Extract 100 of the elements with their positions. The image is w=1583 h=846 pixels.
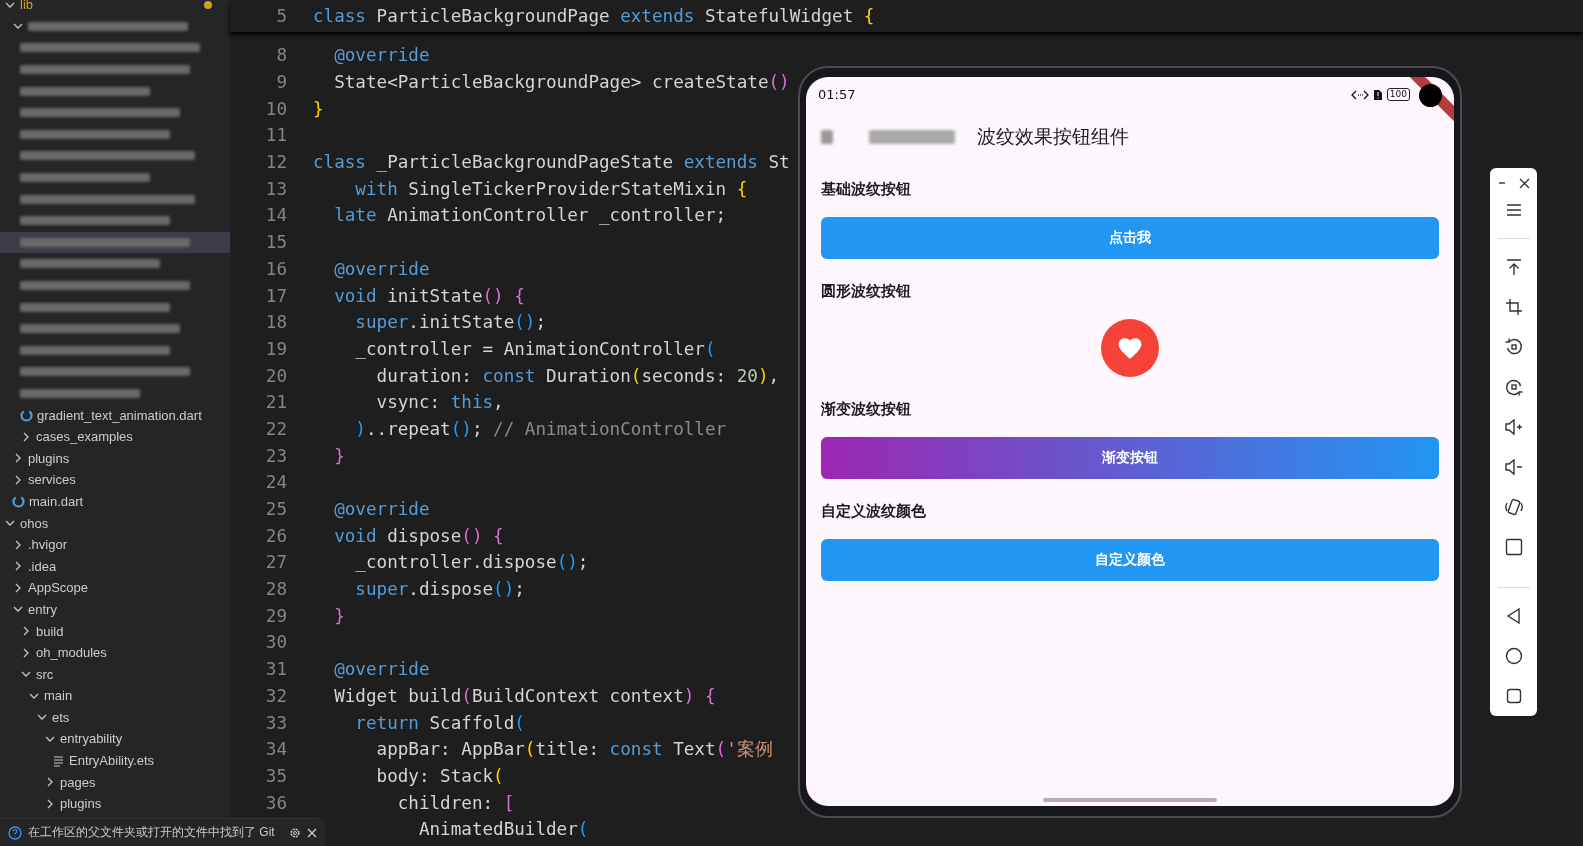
tree-item[interactable]: lib (0, 0, 230, 16)
line-number: 13 (264, 178, 287, 199)
section-title: 自定义波纹颜色 (821, 501, 926, 521)
home-icon[interactable] (1503, 646, 1524, 666)
battery-level: 100 (1386, 88, 1410, 101)
tree-item[interactable]: gradient_text_animation.dart (0, 404, 230, 426)
line-number: 26 (264, 525, 287, 546)
code-line: return Scaffold( (354, 712, 525, 733)
close-icon[interactable] (1519, 177, 1530, 189)
app-bar-title: 波纹效果按钮组件 (977, 124, 1129, 149)
code-line: appBar: AppBar(title: const Text('案例 (375, 738, 773, 762)
tree-item[interactable]: .idea (0, 555, 230, 578)
phone-rotate-icon[interactable] (1503, 497, 1524, 517)
code-line: body: Stack( (375, 765, 504, 786)
code-line: AnimatedBuilder( (417, 819, 589, 840)
line-number: 25 (264, 499, 287, 520)
section-title: 渐变波纹按钮 (821, 399, 911, 419)
code-line: late AnimationController _controller; (333, 205, 727, 226)
section-title: 基础波纹按钮 (821, 179, 911, 199)
code-line: } (313, 98, 324, 119)
sim-icon (1373, 89, 1382, 100)
tree-item[interactable]: oh_modules (0, 641, 230, 664)
rotate-left-icon[interactable] (1503, 337, 1524, 357)
code-line: @override (333, 659, 430, 680)
tree-item[interactable]: services (0, 469, 230, 491)
line-number: 22 (264, 418, 287, 439)
tree-item[interactable]: build (0, 620, 230, 642)
code-line: _controller.dispose(); (354, 552, 589, 573)
tree-item[interactable]: entry (0, 598, 230, 621)
line-number: 35 (264, 765, 287, 786)
tree-item[interactable] (0, 231, 230, 254)
line-number: 11 (264, 125, 287, 146)
code-line: class ParticleBackgroundPage extends StatefulWidget { (313, 6, 875, 26)
tree-item[interactable]: .hvigor (0, 533, 230, 556)
tree-item[interactable]: plugins (0, 447, 230, 470)
line-number: 27 (264, 552, 287, 573)
code-line: void dispose() { (333, 525, 504, 546)
crop-icon[interactable] (1503, 297, 1524, 317)
code-line: State<ParticleBackgroundPage> createState() (333, 72, 790, 93)
code-line: )..repeat(); // AnimationController (354, 418, 727, 439)
tree-item[interactable]: AppScope (0, 577, 230, 599)
line-number: 20 (264, 365, 287, 386)
modified-dot (204, 0, 212, 9)
code-line: @override (333, 499, 430, 520)
rotate-right-icon[interactable] (1503, 377, 1524, 397)
code-line: } (333, 445, 345, 466)
camera-hole (1419, 84, 1442, 107)
line-number: 17 (264, 285, 287, 306)
line-number: 15 (264, 232, 287, 253)
line-number: 34 (264, 739, 287, 760)
code-line: } (333, 605, 345, 626)
redacted-icon (821, 130, 833, 144)
line-number: 31 (264, 659, 287, 680)
tree-item[interactable]: main (0, 685, 230, 707)
info-icon (8, 825, 22, 840)
tree-item[interactable]: pages (0, 771, 230, 793)
code-line: children: [ (396, 792, 515, 813)
volume-up-icon[interactable] (1503, 417, 1524, 437)
dart-file-icon (12, 494, 25, 508)
line-number: 10 (264, 98, 287, 119)
code-line: with SingleTickerProviderStateMixin { (354, 178, 748, 199)
line-number: 23 (264, 445, 287, 466)
line-number: 8 (275, 45, 287, 66)
text-file-icon (52, 754, 65, 768)
tree-item[interactable]: ets (0, 706, 230, 729)
line-number: 30 (264, 632, 287, 653)
dart-file-icon (20, 408, 33, 422)
line-number: 5 (275, 6, 287, 26)
line-number: 16 (264, 258, 287, 279)
line-number: 21 (264, 392, 287, 413)
code-line: @override (333, 45, 430, 66)
line-number: 19 (264, 338, 287, 359)
code-icon (1350, 89, 1369, 100)
notification-message: 在工作区的父文件夹或打开的文件中找到了 Git (28, 824, 276, 841)
code-line: @override (333, 258, 430, 279)
tree-item[interactable]: src (0, 663, 230, 685)
tree-item[interactable]: EntryAbility.ets (0, 749, 230, 772)
code-line: class _ParticleBackgroundPageState extends St (313, 152, 790, 173)
tree-item[interactable]: entryability (0, 728, 230, 750)
line-number: 32 (264, 685, 287, 706)
code-line: vsync: this, (375, 392, 504, 413)
heart-button[interactable] (1101, 319, 1159, 377)
line-number: 33 (264, 712, 287, 733)
code-line: _controller = AnimationController( (354, 338, 716, 359)
code-line: void initState() { (333, 285, 525, 306)
tree-item[interactable]: ohos (0, 512, 230, 534)
line-number: 29 (264, 605, 287, 626)
tree-item[interactable]: cases_examples (0, 425, 230, 448)
volume-down-icon[interactable] (1503, 457, 1524, 477)
line-number: 36 (264, 792, 287, 813)
square-icon[interactable] (1503, 537, 1524, 557)
code-line: super.dispose(); (354, 579, 525, 600)
tree-item[interactable]: main.dart (0, 490, 230, 513)
line-number: 9 (275, 72, 287, 93)
section-title: 圆形波纹按钮 (821, 281, 911, 301)
tree-item[interactable]: plugins (0, 792, 230, 815)
settings-icon[interactable] (289, 826, 301, 839)
gradient-button[interactable]: 渐变按钮 (821, 437, 1439, 479)
heart-icon (1117, 336, 1143, 360)
code-line: duration: const Duration(seconds: 20), (375, 365, 780, 386)
